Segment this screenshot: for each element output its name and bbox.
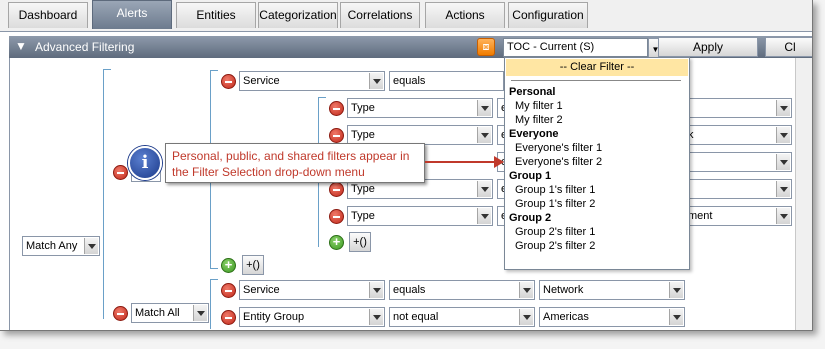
remove-icon[interactable] <box>221 310 236 325</box>
group-header-everyone: Everyone <box>509 128 559 140</box>
value-text: Americas <box>543 311 589 323</box>
value-select[interactable]: ment <box>684 206 792 226</box>
match-all-value: Match All <box>135 307 180 319</box>
remove-icon[interactable] <box>329 182 344 197</box>
field-value: Service <box>243 75 280 87</box>
rss-feed-icon[interactable]: ⧈ <box>477 38 495 56</box>
remove-icon[interactable] <box>329 209 344 224</box>
filter-selection-dropdown[interactable]: TOC - Current (S) <box>503 38 648 57</box>
remove-icon[interactable] <box>221 74 236 89</box>
inner-bracket-top <box>318 97 326 98</box>
field-select[interactable]: Type <box>347 125 493 145</box>
add-condition-icon[interactable]: + <box>329 235 344 250</box>
field-value: Type <box>351 102 375 114</box>
menu-item[interactable]: My filter 2 <box>515 114 563 126</box>
remove-icon[interactable] <box>329 128 344 143</box>
tab-entities[interactable]: Entities <box>176 2 256 28</box>
menu-divider <box>511 80 681 81</box>
tab-bar: Dashboard Alerts Entities Categorization… <box>0 0 812 32</box>
filter-selection-menu: -- Clear Filter -- Personal My filter 1 … <box>504 57 690 270</box>
tab-actions[interactable]: Actions <box>425 2 505 28</box>
match-any-select[interactable]: Match Any <box>22 236 100 256</box>
operator-select[interactable]: equals <box>389 280 535 300</box>
operator-value: equals <box>393 284 426 296</box>
add-condition-icon[interactable]: + <box>221 258 236 273</box>
group-bracket-top <box>210 70 218 71</box>
field-value: Service <box>243 284 280 296</box>
remove-icon[interactable] <box>113 306 128 321</box>
operator-select[interactable]: not equal <box>389 307 535 327</box>
field-value: Entity Group <box>243 311 305 323</box>
add-group-button[interactable]: +() <box>242 255 264 275</box>
group2-bracket <box>210 279 211 329</box>
value-text: Network <box>543 284 584 296</box>
outer-bracket-top <box>103 69 111 70</box>
value-text: ment <box>688 210 713 222</box>
match-any-value: Match Any <box>26 240 78 252</box>
value-select[interactable]: Network <box>539 280 685 300</box>
field-select[interactable]: Type <box>347 206 493 226</box>
operator-value: equals <box>393 75 426 87</box>
apply-button[interactable]: Apply <box>658 37 758 57</box>
field-select[interactable]: Service <box>239 280 385 300</box>
annotation-callout: Personal, public, and shared filters app… <box>165 143 425 183</box>
group2-bracket-top <box>210 279 218 280</box>
value-select[interactable] <box>684 152 792 172</box>
add-group-button[interactable]: +() <box>349 232 371 252</box>
field-select[interactable]: Service <box>239 71 385 91</box>
info-icon: i <box>128 146 162 180</box>
annotation-arrowhead <box>494 156 504 168</box>
value-select[interactable] <box>684 179 792 199</box>
group-header-personal: Personal <box>509 86 556 98</box>
group-header-group2: Group 2 <box>509 212 552 224</box>
field-select[interactable]: Entity Group <box>239 307 385 327</box>
value-select[interactable]: k <box>684 125 792 145</box>
tab-dashboard[interactable]: Dashboard <box>8 2 88 28</box>
value-select[interactable] <box>684 98 792 118</box>
app-window: Dashboard Alerts Entities Categorization… <box>0 0 813 331</box>
field-value: Type <box>351 129 375 141</box>
tab-configuration[interactable]: Configuration <box>508 2 588 28</box>
menu-item[interactable]: Group 2's filter 1 <box>515 226 595 238</box>
remove-icon[interactable] <box>113 165 128 180</box>
filter-selection-value: TOC - Current (S) <box>507 41 595 53</box>
match-all-select[interactable]: Match All <box>131 303 209 323</box>
operator-value: not equal <box>393 311 439 323</box>
clear-button[interactable]: Cl <box>765 37 812 57</box>
field-value: Type <box>351 210 375 222</box>
collapse-chevron-icon[interactable]: ▼ <box>15 39 27 53</box>
group-bracket-bottom <box>210 268 218 269</box>
menu-item[interactable]: Everyone's filter 2 <box>515 156 602 168</box>
annotation-arrow-line <box>425 161 495 163</box>
tab-alerts[interactable]: Alerts <box>92 0 172 29</box>
menu-item[interactable]: Group 2's filter 2 <box>515 240 595 252</box>
value-select[interactable]: Americas <box>539 307 685 327</box>
menu-item[interactable]: My filter 1 <box>515 100 563 112</box>
field-select[interactable]: Type <box>347 98 493 118</box>
panel-title: Advanced Filtering <box>35 40 135 54</box>
group-header-group1: Group 1 <box>509 170 552 182</box>
field-value: Type <box>351 183 375 195</box>
clear-filter-option[interactable]: -- Clear Filter -- <box>506 59 688 76</box>
tab-correlations[interactable]: Correlations <box>340 2 420 28</box>
remove-icon[interactable] <box>329 101 344 116</box>
vertical-scrollbar[interactable] <box>795 58 812 330</box>
menu-item[interactable]: Group 1's filter 2 <box>515 198 595 210</box>
outer-group-bracket <box>103 69 104 319</box>
menu-item[interactable]: Group 1's filter 1 <box>515 184 595 196</box>
operator-select[interactable]: equals <box>389 71 504 91</box>
menu-item[interactable]: Everyone's filter 1 <box>515 142 602 154</box>
remove-icon[interactable] <box>221 283 236 298</box>
tab-categorization[interactable]: Categorization <box>258 2 338 28</box>
